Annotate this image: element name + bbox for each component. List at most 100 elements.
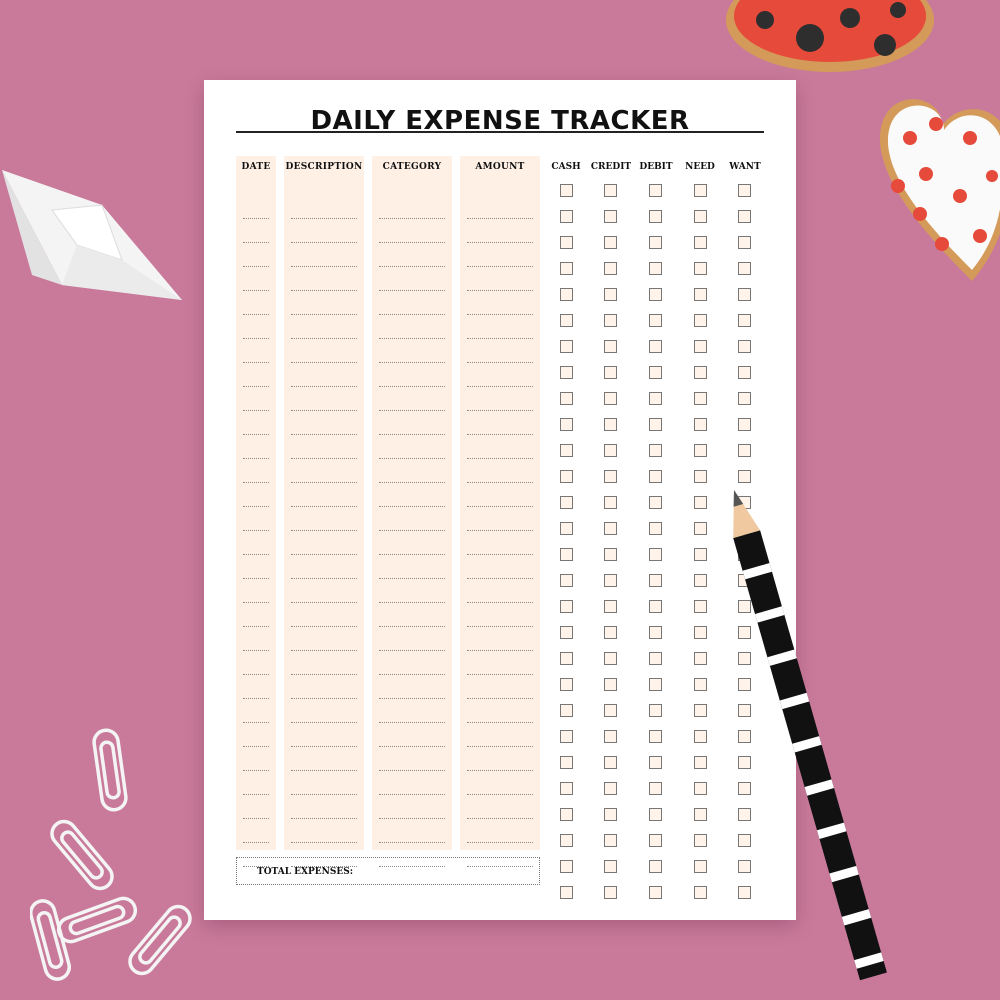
entry-line[interactable] (467, 627, 533, 651)
entry-line[interactable] (243, 627, 269, 651)
checkbox[interactable] (738, 392, 751, 405)
checkbox[interactable] (560, 496, 573, 509)
checkbox[interactable] (604, 626, 617, 639)
checkbox[interactable] (738, 444, 751, 457)
entry-line[interactable] (379, 267, 445, 291)
checkbox[interactable] (649, 678, 662, 691)
checkbox[interactable] (694, 548, 707, 561)
entry-line[interactable] (291, 651, 357, 675)
entry-line[interactable] (243, 435, 269, 459)
entry-line[interactable] (379, 747, 445, 771)
checkbox[interactable] (738, 314, 751, 327)
amount-column[interactable]: AMOUNT (460, 156, 540, 867)
checkbox[interactable] (738, 236, 751, 249)
entry-line[interactable] (291, 531, 357, 555)
checkbox[interactable] (604, 210, 617, 223)
entry-line[interactable] (379, 699, 445, 723)
entry-line[interactable] (243, 651, 269, 675)
checkbox[interactable] (604, 236, 617, 249)
checkbox[interactable] (694, 392, 707, 405)
category-column[interactable]: CATEGORY (372, 156, 452, 867)
entry-line[interactable] (243, 795, 269, 819)
checkbox[interactable] (604, 184, 617, 197)
entry-line[interactable] (291, 195, 357, 219)
checkbox[interactable] (560, 366, 573, 379)
checkbox[interactable] (560, 262, 573, 275)
checkbox[interactable] (604, 704, 617, 717)
entry-line[interactable] (243, 723, 269, 747)
checkbox[interactable] (604, 574, 617, 587)
checkbox[interactable] (604, 496, 617, 509)
checkbox[interactable] (560, 834, 573, 847)
checkbox[interactable] (604, 366, 617, 379)
checkbox[interactable] (694, 886, 707, 899)
checkbox[interactable] (738, 184, 751, 197)
checkbox[interactable] (694, 522, 707, 535)
checkbox[interactable] (694, 834, 707, 847)
checkbox[interactable] (694, 444, 707, 457)
checkbox[interactable] (649, 574, 662, 587)
entry-line[interactable] (291, 267, 357, 291)
checkbox[interactable] (649, 288, 662, 301)
entry-line[interactable] (291, 483, 357, 507)
entry-line[interactable] (467, 819, 533, 843)
checkbox[interactable] (649, 782, 662, 795)
entry-line[interactable] (291, 627, 357, 651)
entry-line[interactable] (379, 483, 445, 507)
entry-line[interactable] (379, 579, 445, 603)
checkbox[interactable] (604, 314, 617, 327)
checkbox[interactable] (604, 470, 617, 483)
checkbox[interactable] (738, 288, 751, 301)
checkbox[interactable] (604, 262, 617, 275)
checkbox[interactable] (694, 340, 707, 353)
checkbox[interactable] (560, 444, 573, 457)
checkbox[interactable] (604, 288, 617, 301)
checkbox[interactable] (604, 418, 617, 431)
checkbox[interactable] (694, 288, 707, 301)
checkbox[interactable] (649, 860, 662, 873)
checkbox[interactable] (604, 600, 617, 613)
checkbox[interactable] (560, 574, 573, 587)
checkbox[interactable] (649, 392, 662, 405)
entry-line[interactable] (467, 771, 533, 795)
entry-line[interactable] (467, 339, 533, 363)
checkbox[interactable] (649, 626, 662, 639)
entry-line[interactable] (379, 819, 445, 843)
checkbox[interactable] (694, 678, 707, 691)
checkbox[interactable] (560, 678, 573, 691)
checkbox[interactable] (604, 392, 617, 405)
entry-line[interactable] (379, 291, 445, 315)
entry-line[interactable] (243, 483, 269, 507)
checkbox[interactable] (649, 886, 662, 899)
entry-line[interactable] (291, 243, 357, 267)
checkbox[interactable] (604, 886, 617, 899)
entry-line[interactable] (291, 435, 357, 459)
entry-line[interactable] (291, 579, 357, 603)
entry-line[interactable] (243, 675, 269, 699)
checkbox[interactable] (560, 184, 573, 197)
entry-line[interactable] (291, 747, 357, 771)
entry-line[interactable] (379, 627, 445, 651)
entry-line[interactable] (467, 315, 533, 339)
checkbox[interactable] (694, 314, 707, 327)
entry-line[interactable] (291, 291, 357, 315)
checkbox[interactable] (649, 236, 662, 249)
entry-line[interactable] (467, 795, 533, 819)
checkbox[interactable] (560, 470, 573, 483)
entry-line[interactable] (379, 795, 445, 819)
total-expenses-box[interactable]: TOTAL EXPENSES: (236, 857, 540, 885)
entry-line[interactable] (243, 339, 269, 363)
checkbox[interactable] (604, 808, 617, 821)
checkbox[interactable] (738, 340, 751, 353)
entry-line[interactable] (243, 411, 269, 435)
entry-line[interactable] (467, 555, 533, 579)
checkbox[interactable] (694, 652, 707, 665)
entry-line[interactable] (379, 651, 445, 675)
entry-line[interactable] (291, 795, 357, 819)
entry-line[interactable] (243, 315, 269, 339)
entry-line[interactable] (291, 603, 357, 627)
checkbox[interactable] (649, 340, 662, 353)
checkbox[interactable] (649, 522, 662, 535)
checkbox[interactable] (560, 288, 573, 301)
checkbox[interactable] (694, 470, 707, 483)
